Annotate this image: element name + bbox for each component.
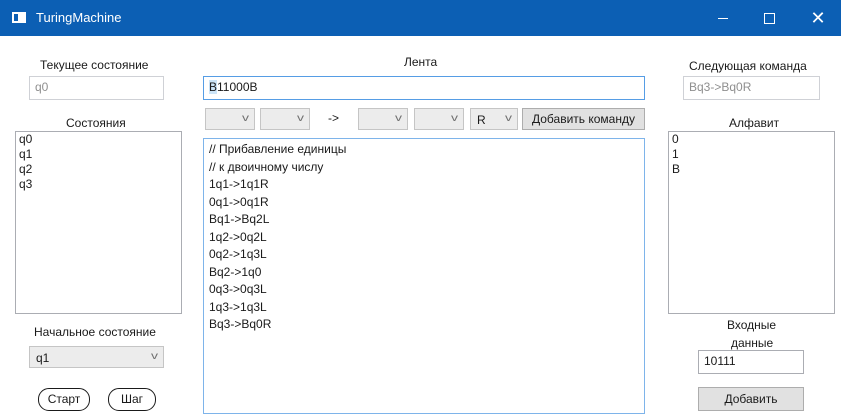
initial-state-value: q1 xyxy=(36,351,50,365)
list-item[interactable]: q1 xyxy=(16,147,181,162)
program-line: 1q3->1q3L xyxy=(209,299,267,314)
tape-selected-char: B xyxy=(209,80,218,94)
minimize-button[interactable] xyxy=(700,0,746,36)
current-state-label: Текущее состояние xyxy=(40,58,149,72)
program-line: Bq2->1q0 xyxy=(209,264,262,279)
input-data-label-line2: данные xyxy=(731,336,774,350)
chevron-down-icon: v xyxy=(451,113,458,124)
program-line: 0q3->0q3L xyxy=(209,282,267,296)
step-button[interactable]: Шаг xyxy=(108,388,156,411)
program-line: 1q1->1q1R xyxy=(209,177,269,191)
program-line: 0q2->1q3L xyxy=(209,247,267,261)
write-symbol-dropdown[interactable]: v xyxy=(358,108,408,130)
arrow-label: -> xyxy=(328,111,340,125)
next-command-field: Bq3->Bq0R xyxy=(683,76,820,100)
list-item[interactable]: 1 xyxy=(669,147,834,162)
current-state-field: q0 xyxy=(29,76,164,100)
direction-value: R xyxy=(477,113,486,127)
close-icon: ✕ xyxy=(810,8,826,28)
list-item[interactable]: q0 xyxy=(16,132,181,147)
next-state-dropdown[interactable]: v xyxy=(414,108,464,130)
program-editor[interactable]: // Прибавление единицы // к двоичному чи… xyxy=(203,138,645,414)
list-item[interactable]: 0 xyxy=(669,132,834,147)
list-item[interactable]: B xyxy=(669,162,834,177)
program-line: // Прибавление единицы xyxy=(209,142,347,156)
tape-value: 11000B xyxy=(217,80,258,94)
chevron-down-icon: v xyxy=(151,351,158,362)
chevron-down-icon: v xyxy=(395,113,402,124)
tape-input[interactable]: B11000B xyxy=(203,76,645,100)
program-line: 0q1->0q1R xyxy=(209,194,269,209)
chevron-down-icon: v xyxy=(297,113,304,124)
program-line: Bq1->Bq2L xyxy=(209,212,270,226)
alphabet-list[interactable]: 0 1 B xyxy=(668,131,835,314)
alphabet-label: Алфавит xyxy=(729,116,780,130)
tape-label: Лента xyxy=(404,55,438,69)
input-data-label-line1: Входные xyxy=(727,318,777,332)
list-item[interactable]: q3 xyxy=(16,177,181,192)
add-command-button[interactable]: Добавить команду xyxy=(522,108,645,130)
maximize-button[interactable] xyxy=(746,0,792,36)
initial-state-label: Начальное состояние xyxy=(34,325,156,339)
app-icon xyxy=(12,12,26,23)
chevron-down-icon: v xyxy=(242,113,249,124)
maximize-icon xyxy=(763,12,775,24)
next-command-label: Следующая команда xyxy=(689,59,807,73)
program-line: // к двоичному числу xyxy=(209,159,324,174)
close-button[interactable]: ✕ xyxy=(795,0,841,36)
input-data-field[interactable]: 10111 xyxy=(698,350,804,374)
read-symbol-dropdown[interactable]: v xyxy=(205,108,255,130)
states-list[interactable]: q0 q1 q2 q3 xyxy=(15,131,182,314)
current-state-dropdown[interactable]: v xyxy=(260,108,310,130)
direction-dropdown[interactable]: R v xyxy=(470,108,518,130)
list-item[interactable]: q2 xyxy=(16,162,181,177)
chevron-down-icon: v xyxy=(505,113,512,124)
title-bar: TuringMachine ✕ xyxy=(0,0,841,36)
window-title: TuringMachine xyxy=(36,10,122,25)
minimize-icon xyxy=(718,17,728,19)
start-button[interactable]: Старт xyxy=(38,388,90,411)
states-label: Состояния xyxy=(66,116,126,130)
program-line: 1q2->0q2L xyxy=(209,229,267,244)
add-input-button[interactable]: Добавить xyxy=(698,387,804,411)
initial-state-dropdown[interactable]: q1 v xyxy=(29,346,164,368)
program-line: Bq3->Bq0R xyxy=(209,317,272,331)
